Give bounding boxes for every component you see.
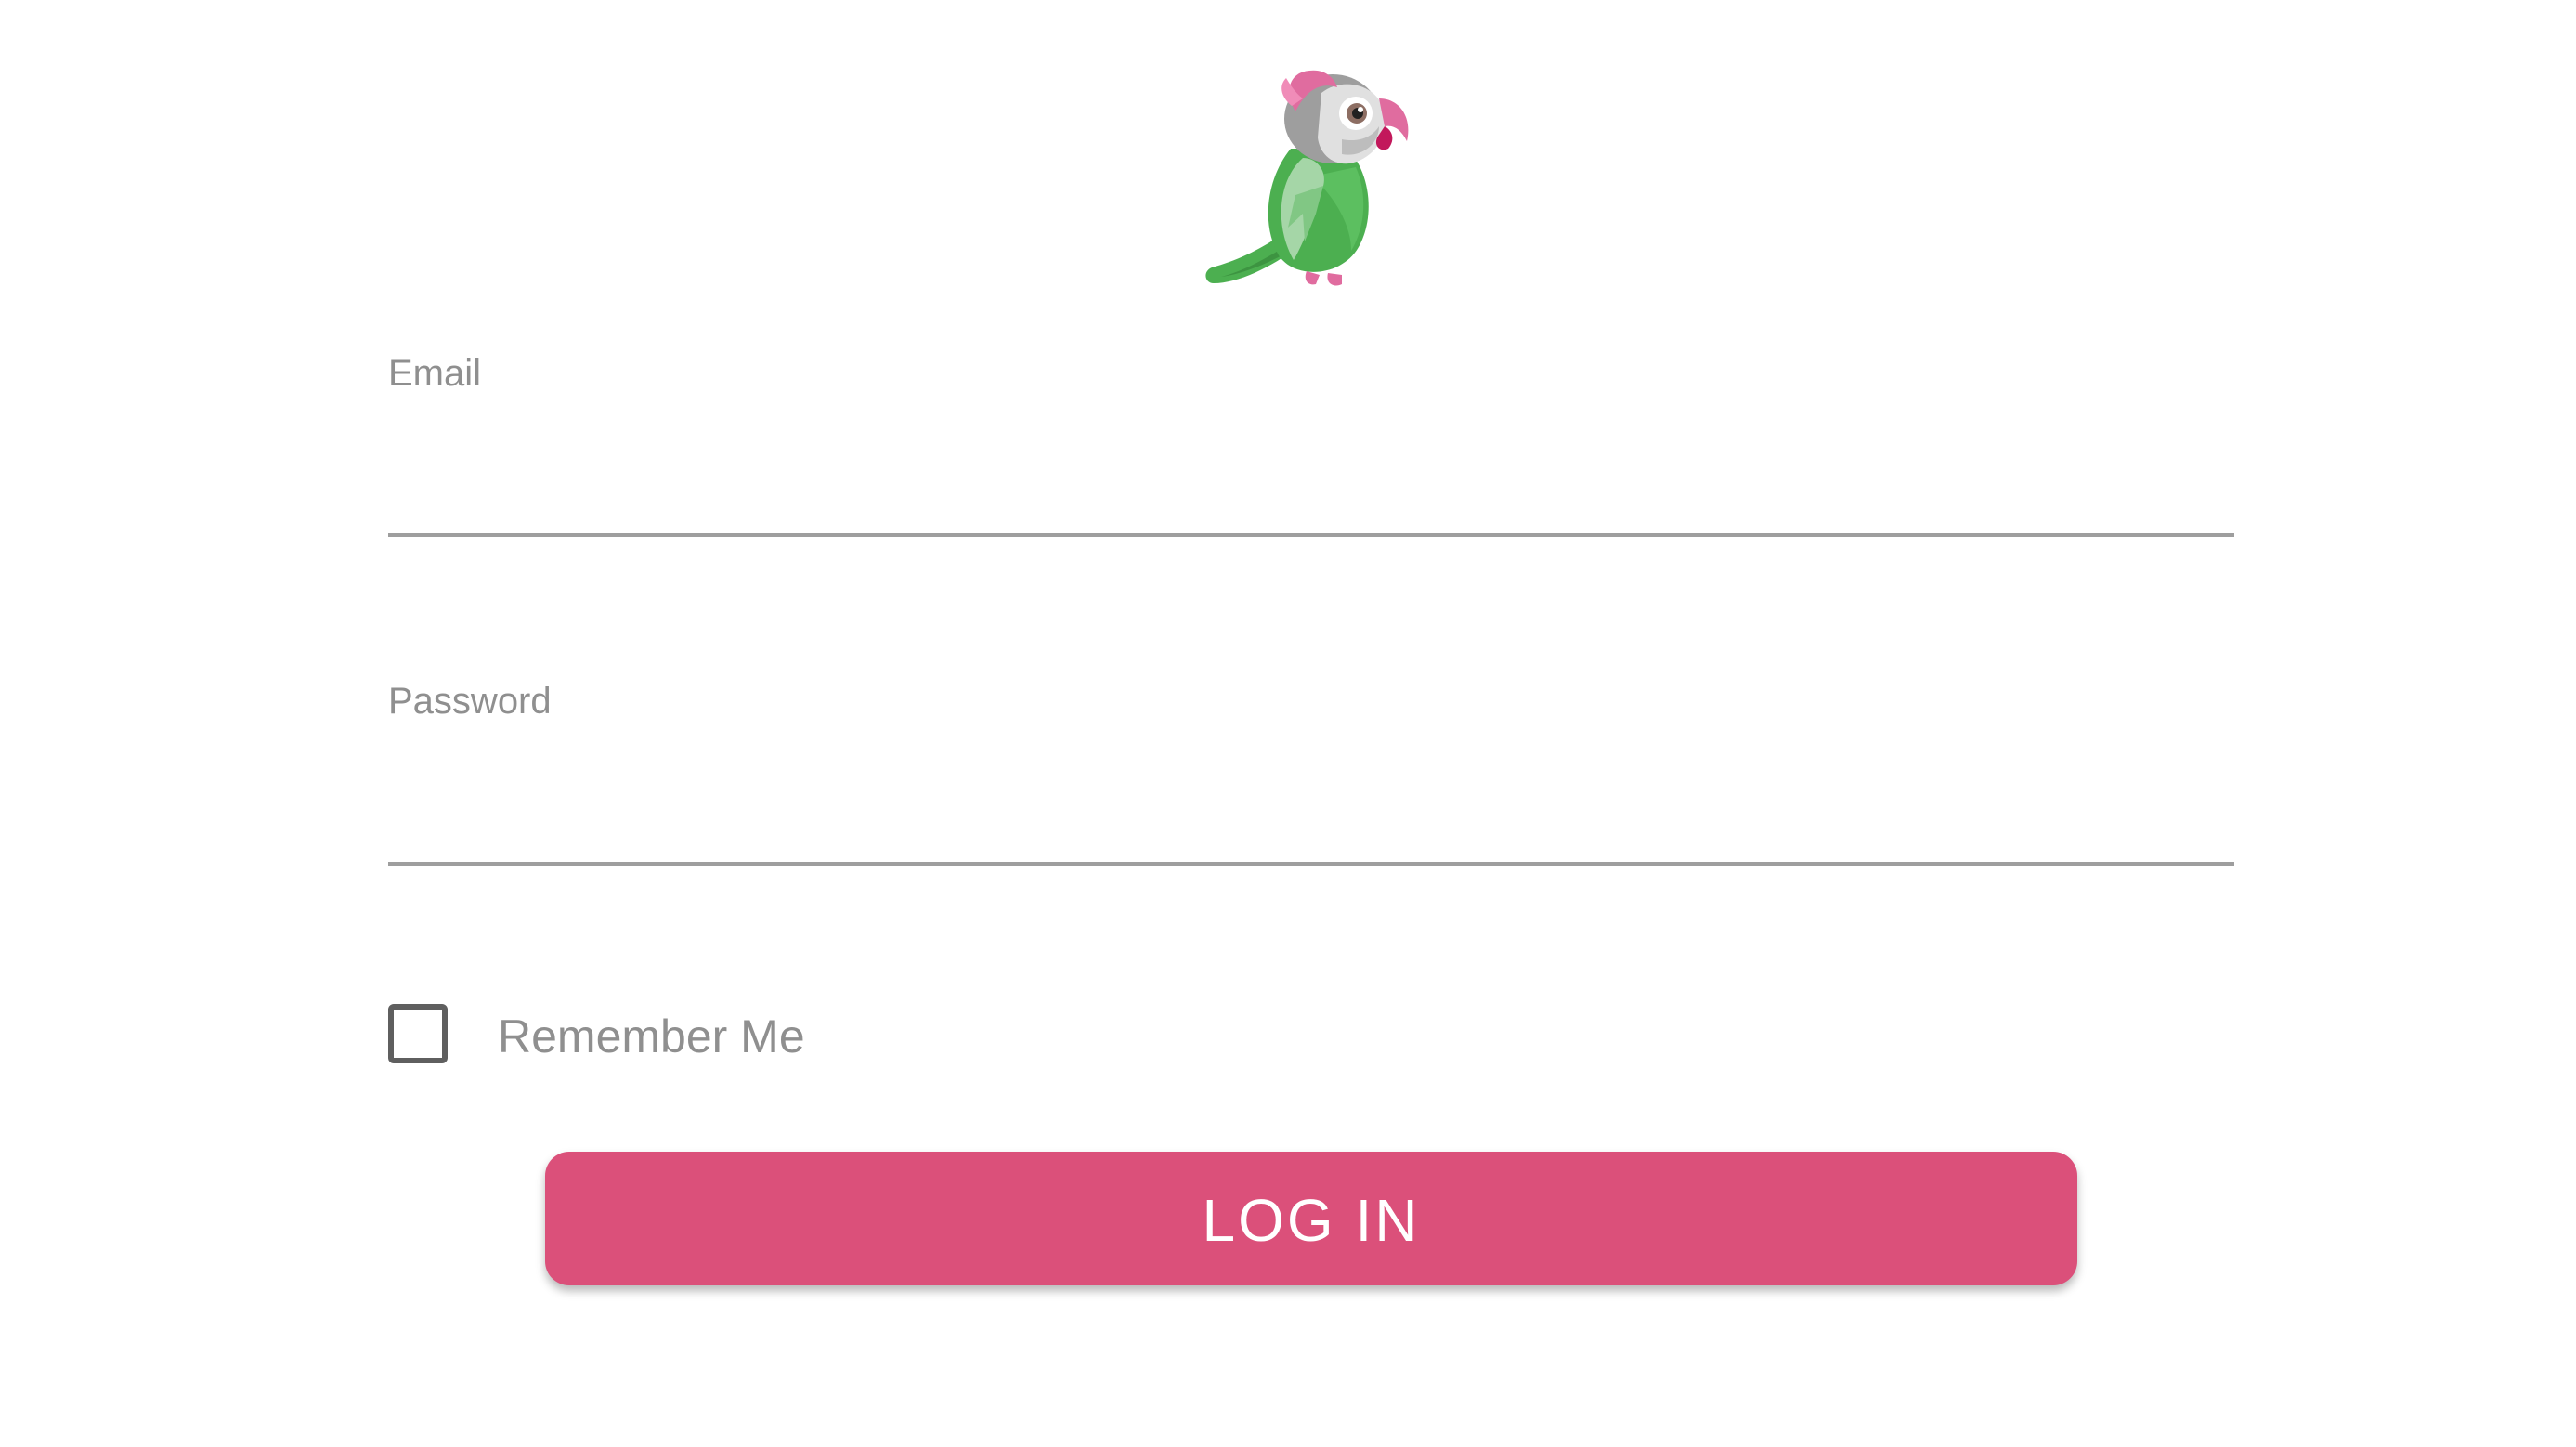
email-label: Email [388, 353, 482, 394]
login-button[interactable]: LOG IN [545, 1152, 2077, 1285]
email-field[interactable] [388, 472, 2234, 537]
remember-me-row[interactable]: Remember Me [388, 999, 805, 1068]
remember-me-label: Remember Me [498, 1010, 805, 1062]
password-label: Password [388, 681, 552, 722]
parrot-logo-icon [1203, 65, 1416, 293]
password-field[interactable] [388, 801, 2234, 866]
remember-me-checkbox[interactable] [388, 1004, 448, 1063]
